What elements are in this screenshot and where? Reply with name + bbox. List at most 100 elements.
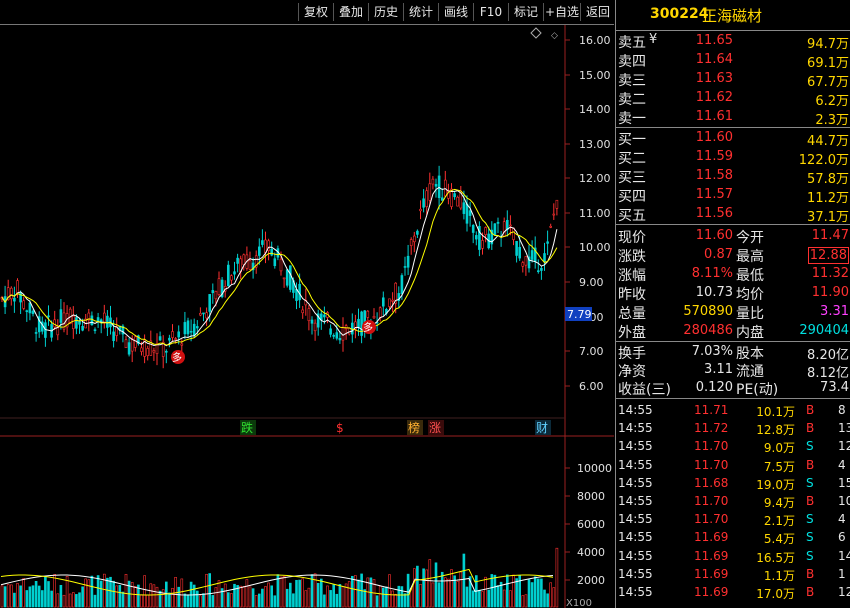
- tick-price: 11.69: [694, 566, 729, 581]
- stat-label: 总量: [618, 306, 646, 322]
- price-axis-tick: 9.00: [579, 276, 604, 289]
- price-axis-tick: 15.00: [579, 69, 611, 82]
- tick-row[interactable]: 14:55 11.69 16.5万 S 14: [616, 547, 850, 565]
- tick-count: 12: [838, 439, 850, 454]
- stat-value: 11.47: [811, 228, 849, 243]
- tick-price: 11.70: [694, 494, 729, 508]
- event-label-cai[interactable]: 财: [535, 420, 551, 435]
- chart-toolbar: 复权 叠加 历史 统计 画线 F10 标记 +自选 返回: [0, 0, 614, 25]
- bid-price: 11.60: [695, 130, 733, 145]
- stat-row: 昨收 10.73 均价 11.90: [616, 283, 850, 303]
- stat-value: 0.87: [704, 247, 733, 262]
- bid-row-3[interactable]: 买三 11.58 57.8万: [616, 166, 850, 187]
- tick-time: 14:55: [618, 439, 653, 454]
- bid-label: 买二: [618, 151, 646, 167]
- toolbar-button-back[interactable]: 返回: [580, 3, 615, 21]
- tick-side: B: [806, 421, 815, 436]
- stat-value: 12.88: [807, 247, 849, 264]
- stat-label: 内盘: [736, 325, 764, 341]
- toolbar-button-statistics[interactable]: 统计: [403, 3, 438, 21]
- price-axis-tick: 16.00: [579, 34, 611, 47]
- tick-row[interactable]: 14:55 11.70 9.0万 S 12: [616, 437, 850, 455]
- toolbar-button-add-watchlist[interactable]: +自选: [543, 3, 580, 21]
- stat-row: 现价 11.60 今开 11.47: [616, 226, 850, 246]
- chart-settings-diamond-icon[interactable]: [530, 27, 542, 39]
- bid-row-1[interactable]: 买一 11.60 44.7万: [616, 128, 850, 149]
- tick-count: 13: [838, 421, 850, 436]
- tick-side: B: [806, 403, 815, 417]
- toolbar-button-f10[interactable]: F10: [473, 3, 508, 21]
- ask-row-1[interactable]: 卖一 11.61 2.3万: [616, 107, 850, 128]
- event-label-dollar[interactable]: $: [336, 421, 344, 435]
- stat-row: 总量 570890 量比 3.31: [616, 302, 850, 322]
- toolbar-button-fuquan[interactable]: 复权: [298, 3, 333, 21]
- svg-text:多: 多: [172, 351, 182, 364]
- stat-label: 量比: [736, 306, 764, 322]
- bid-price: 11.57: [695, 187, 733, 202]
- stat-value: 8.11%: [691, 266, 733, 281]
- event-label-bang[interactable]: 榜: [407, 420, 423, 435]
- ask-price: 11.65: [695, 33, 733, 48]
- ask-row-3[interactable]: 卖三 11.63 67.7万: [616, 69, 850, 90]
- event-label-die[interactable]: 跌: [240, 420, 256, 435]
- tick-volume: 19.0万: [756, 477, 795, 492]
- price-axis-tick: 12.00: [579, 172, 611, 185]
- svg-text:涨: 涨: [429, 420, 441, 435]
- tick-volume: 7.5万: [763, 459, 795, 474]
- tick-side: B: [806, 566, 815, 581]
- toolbar-button-draw-line[interactable]: 画线: [438, 3, 473, 21]
- stock-code: 300224: [650, 6, 709, 22]
- ask-price: 11.64: [695, 52, 733, 67]
- bid-label: 买五: [618, 208, 646, 224]
- bid-row-2[interactable]: 买二 11.59 122.0万: [616, 147, 850, 168]
- toolbar-button-mark[interactable]: 标记: [508, 3, 543, 21]
- stock-title: 300224 正海磁材: [616, 0, 850, 31]
- tick-time: 14:55: [618, 566, 653, 581]
- stat-value: 280486: [683, 323, 733, 338]
- tick-volume: 9.0万: [763, 441, 795, 456]
- event-label-zhang[interactable]: 涨: [428, 420, 444, 435]
- price-axis-tick: 11.00: [579, 207, 611, 220]
- stat-label: 涨跌: [618, 249, 646, 265]
- volume-unit-label: X100: [566, 598, 592, 608]
- tick-count: 4: [838, 512, 846, 527]
- stock-name: 正海磁材: [702, 7, 763, 25]
- stat-value: 11.60: [695, 228, 733, 243]
- ask-price: 11.62: [695, 90, 733, 105]
- kline-chart-area[interactable]: ◇ 16.00 15.00 14.00 13.00 12.00 11.00 10.00 9.0…: [0, 25, 614, 608]
- tick-row[interactable]: 14:55 11.70 9.4万 B 10: [616, 492, 850, 510]
- tick-row[interactable]: 14:55 11.70 7.5万 B 4: [616, 456, 850, 474]
- bid-row-4[interactable]: 买四 11.57 11.2万: [616, 185, 850, 206]
- toolbar-button-overlay[interactable]: 叠加: [333, 3, 368, 21]
- ask-row-2[interactable]: 卖二 11.62 6.2万: [616, 88, 850, 109]
- tick-row[interactable]: 14:55 11.72 12.8万 B 13: [616, 419, 850, 437]
- ask-row-4[interactable]: 卖四 11.64 69.1万: [616, 50, 850, 71]
- stat-label: PE(动): [736, 382, 779, 398]
- tick-row[interactable]: 14:55 11.71 10.1万 B 8: [616, 401, 850, 419]
- tick-row[interactable]: 14:55 11.69 1.1万 B 1: [616, 565, 850, 583]
- stat-value: 11.32: [811, 266, 849, 281]
- tick-row[interactable]: 14:55 11.69 5.4万 S 6: [616, 528, 850, 546]
- toolbar-button-history[interactable]: 历史: [368, 3, 403, 21]
- tick-row[interactable]: 14:55 11.69 17.0万 B 12: [616, 583, 850, 601]
- svg-text:财: 财: [536, 421, 548, 435]
- tick-count: 6: [838, 530, 846, 545]
- tick-row[interactable]: 14:55 11.68 19.0万 S 15: [616, 474, 850, 492]
- quote-panel: 300224 正海磁材 卖五 ¥11.65 94.7万 卖四 11.64 69.1万…: [615, 0, 850, 608]
- bid-row-5[interactable]: 买五 11.56 37.1万: [616, 204, 850, 225]
- tick-volume: 2.1万: [763, 514, 795, 529]
- tick-time: 14:55: [618, 403, 653, 417]
- volume-axis-tick: 10000: [577, 462, 612, 475]
- tick-count: 8: [838, 403, 846, 417]
- tick-count: 15: [838, 475, 850, 490]
- ask-row-5[interactable]: 卖五 ¥11.65 94.7万: [616, 31, 850, 52]
- price-axis-tick: 6.00: [579, 380, 604, 393]
- tick-volume: 5.4万: [763, 532, 795, 547]
- kline-chart-svg[interactable]: ◇ 16.00 15.00 14.00 13.00 12.00 11.00 10.00 9.0…: [0, 25, 614, 608]
- ask-price: 11.63: [695, 71, 733, 86]
- volume-axis-tick: 2000: [577, 574, 605, 587]
- tick-side: S: [806, 439, 814, 454]
- stat-label: 外盘: [618, 325, 646, 341]
- bid-price: 11.59: [695, 149, 733, 164]
- tick-row[interactable]: 14:55 11.70 2.1万 S 4: [616, 510, 850, 528]
